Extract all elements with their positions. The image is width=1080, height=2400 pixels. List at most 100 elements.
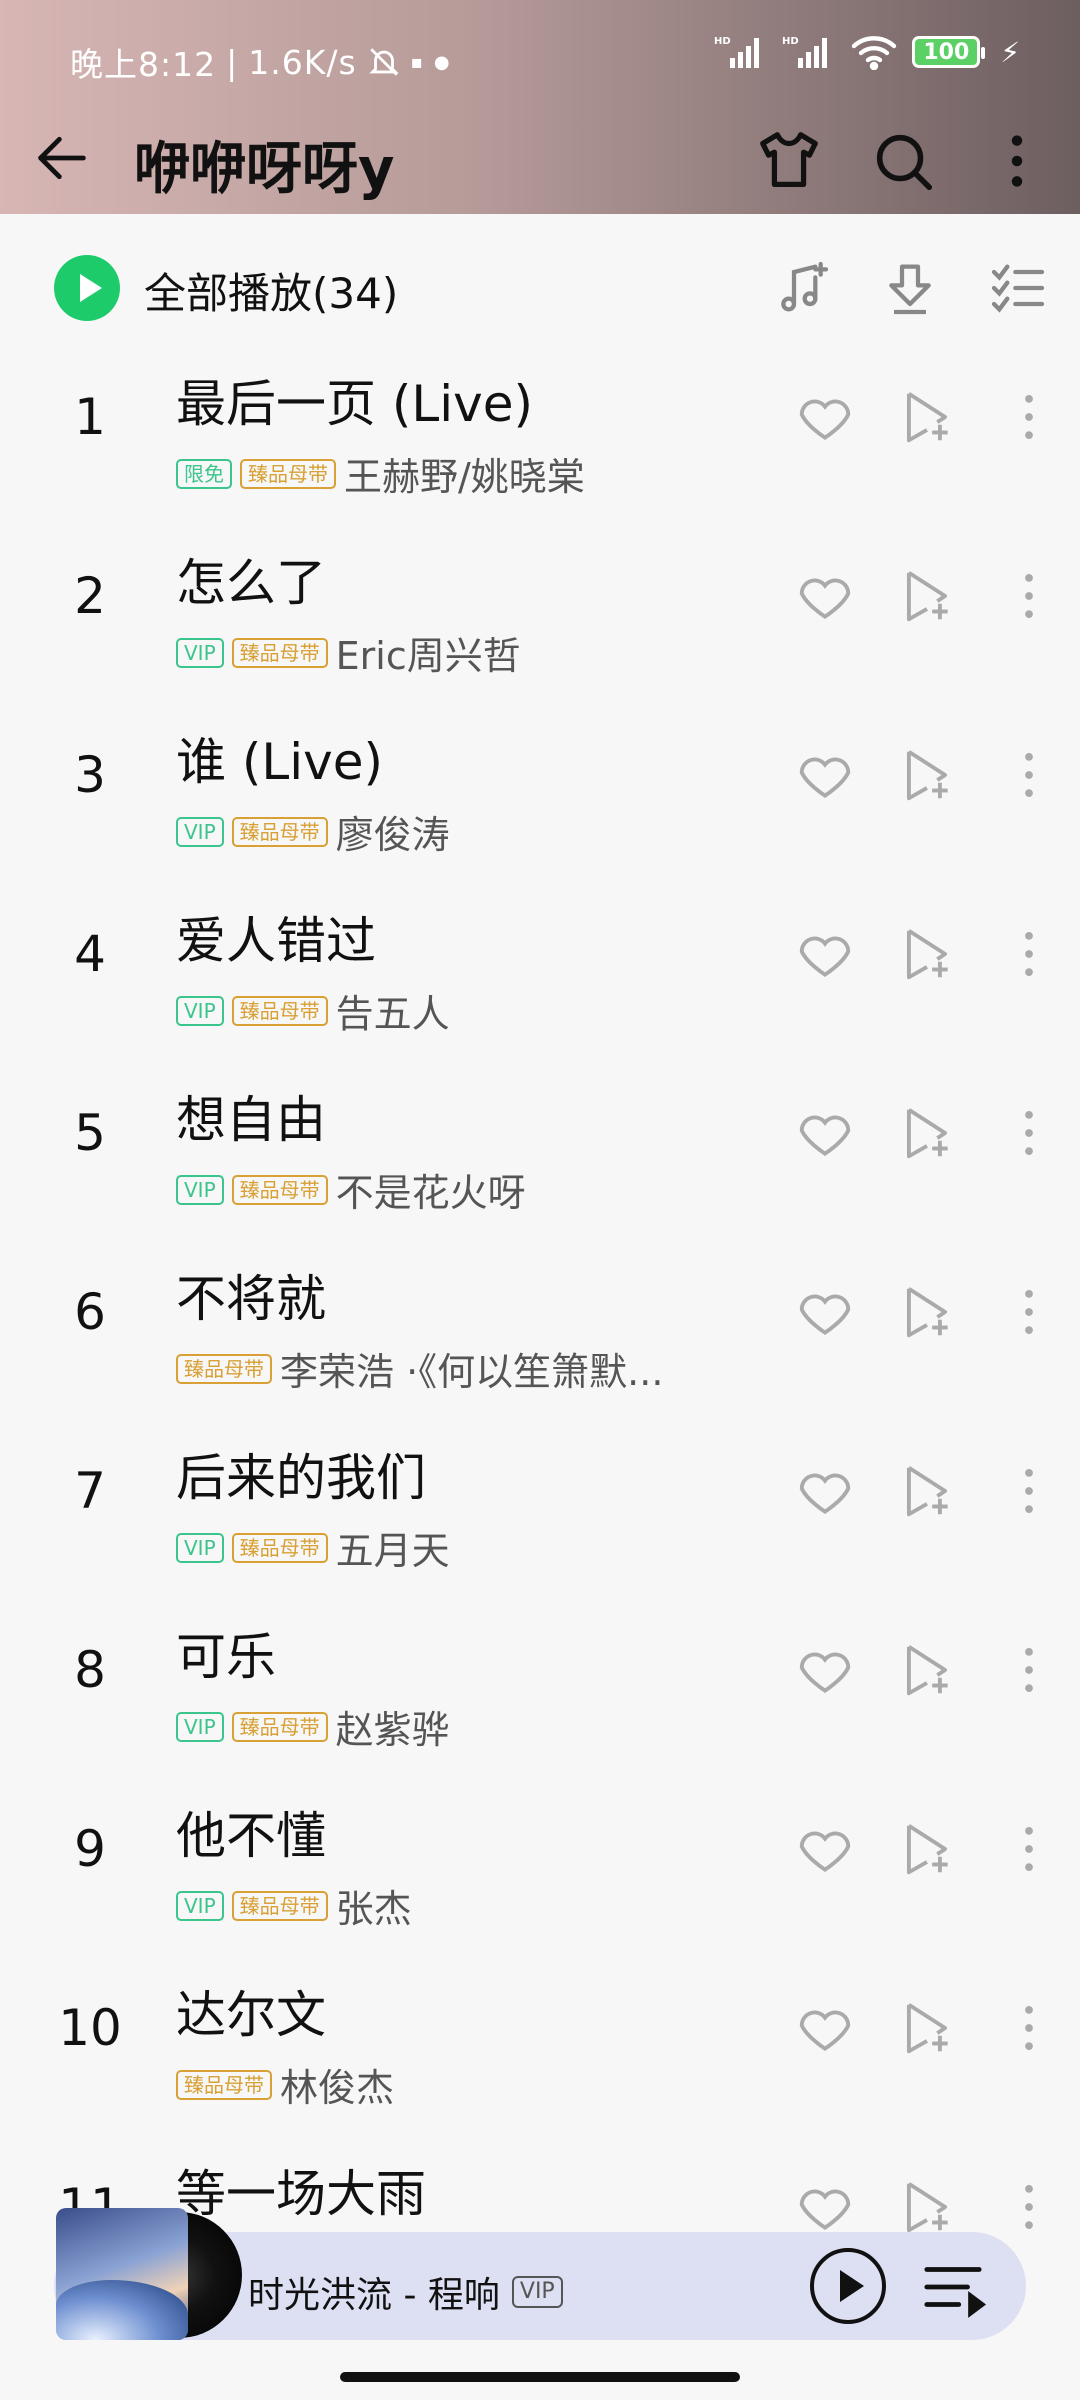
more-vertical-icon[interactable] xyxy=(998,565,1060,627)
song-number: 2 xyxy=(74,567,106,625)
song-row[interactable]: 1 最后一页 (Live) 限免 臻品母带 王赫野/姚晓棠 xyxy=(0,340,1080,519)
add-to-playlist-icon[interactable] xyxy=(896,386,958,448)
song-row[interactable]: 3 谁 (Live) VIP 臻品母带 廖俊涛 xyxy=(0,698,1080,877)
home-indicator[interactable] xyxy=(340,2372,740,2382)
more-vertical-icon[interactable] xyxy=(998,2176,1060,2238)
song-actions xyxy=(794,1818,1060,1880)
song-artist: 赵紫骅 xyxy=(335,1708,450,1752)
song-actions xyxy=(794,1102,1060,1164)
now-playing-cover[interactable] xyxy=(56,2208,242,2340)
song-meta: VIP 臻品母带 廖俊涛 xyxy=(176,804,450,859)
heart-icon[interactable] xyxy=(794,1997,856,2059)
more-vertical-icon[interactable] xyxy=(998,1818,1060,1880)
song-title: 想自由 xyxy=(176,1091,326,1149)
song-badge: 限免 xyxy=(176,458,232,489)
song-artist: 王赫野/姚晓棠 xyxy=(344,455,585,499)
notification-icon: ▪ xyxy=(410,51,424,73)
song-badge: 臻品母带 xyxy=(231,1890,328,1921)
tshirt-icon[interactable] xyxy=(754,126,824,196)
add-to-playlist-icon[interactable] xyxy=(896,1818,958,1880)
playlist-icon[interactable] xyxy=(918,2252,988,2322)
back-arrow-icon[interactable] xyxy=(30,126,94,190)
add-to-playlist-icon[interactable] xyxy=(896,1281,958,1343)
song-meta: VIP 臻品母带 赵紫骅 xyxy=(176,1699,450,1754)
add-to-playlist-icon[interactable] xyxy=(896,565,958,627)
battery-indicator: 100 xyxy=(912,36,986,68)
more-vertical-icon[interactable] xyxy=(998,1102,1060,1164)
add-to-playlist-icon[interactable] xyxy=(896,1102,958,1164)
song-meta: 臻品母带 李荣浩 ·《何以笙箫默... xyxy=(176,1341,663,1396)
song-badge: VIP xyxy=(176,995,224,1026)
song-row[interactable]: 7 后来的我们 VIP 臻品母带 五月天 xyxy=(0,1414,1080,1593)
heart-icon[interactable] xyxy=(794,923,856,985)
add-music-icon[interactable] xyxy=(770,256,834,320)
song-actions xyxy=(794,1460,1060,1522)
play-icon[interactable] xyxy=(808,2246,888,2326)
heart-icon[interactable] xyxy=(794,1818,856,1880)
now-playing-info[interactable]: 时光洪流 - 程响 VIP xyxy=(248,2266,563,2318)
heart-icon[interactable] xyxy=(794,1102,856,1164)
more-vertical-icon[interactable] xyxy=(998,1281,1060,1343)
song-badge: VIP xyxy=(176,1174,224,1205)
more-vertical-icon[interactable] xyxy=(982,126,1052,196)
search-icon[interactable] xyxy=(868,126,938,196)
heart-icon[interactable] xyxy=(794,386,856,448)
more-vertical-icon[interactable] xyxy=(998,1997,1060,2059)
play-all-button[interactable] xyxy=(54,255,120,321)
song-row[interactable]: 5 想自由 VIP 臻品母带 不是花火呀 xyxy=(0,1056,1080,1235)
download-icon[interactable] xyxy=(878,256,942,320)
song-actions xyxy=(794,744,1060,806)
song-meta: VIP 臻品母带 五月天 xyxy=(176,1520,450,1575)
heart-icon[interactable] xyxy=(794,1460,856,1522)
heart-icon[interactable] xyxy=(794,565,856,627)
heart-icon[interactable] xyxy=(794,744,856,806)
more-vertical-icon[interactable] xyxy=(998,1639,1060,1701)
song-row[interactable]: 6 不将就 臻品母带 李荣浩 ·《何以笙箫默... xyxy=(0,1235,1080,1414)
heart-icon[interactable] xyxy=(794,2176,856,2238)
song-row[interactable]: 9 他不懂 VIP 臻品母带 张杰 xyxy=(0,1772,1080,1951)
play-all-label[interactable]: 全部播放(34) xyxy=(144,260,398,321)
add-to-playlist-icon[interactable] xyxy=(896,2176,958,2238)
song-meta: VIP 臻品母带 不是花火呀 xyxy=(176,1162,526,1217)
more-vertical-icon[interactable] xyxy=(998,386,1060,448)
song-badge: 臻品母带 xyxy=(176,2069,272,2100)
add-to-playlist-icon[interactable] xyxy=(896,1460,958,1522)
status-right: HD HD 100 ⚡ xyxy=(714,34,1020,70)
more-vertical-icon[interactable] xyxy=(998,1460,1060,1522)
song-row[interactable]: 10 达尔文 臻品母带 林俊杰 xyxy=(0,1951,1080,2130)
song-artist: Eric周兴哲 xyxy=(335,634,521,678)
add-to-playlist-icon[interactable] xyxy=(896,1997,958,2059)
song-title: 可乐 xyxy=(176,1628,276,1686)
song-badge: VIP xyxy=(176,1711,224,1742)
song-row[interactable]: 8 可乐 VIP 臻品母带 赵紫骅 xyxy=(0,1593,1080,1772)
heart-icon[interactable] xyxy=(794,1639,856,1701)
more-vertical-icon[interactable] xyxy=(998,923,1060,985)
song-number: 9 xyxy=(74,1820,106,1878)
add-to-playlist-icon[interactable] xyxy=(896,744,958,806)
more-vertical-icon[interactable] xyxy=(998,744,1060,806)
song-badge: VIP xyxy=(176,816,224,847)
heart-icon[interactable] xyxy=(794,1281,856,1343)
multi-select-icon[interactable] xyxy=(986,256,1050,320)
song-artist: 李荣浩 ·《何以笙箫默... xyxy=(280,1350,664,1394)
song-badge: 臻品母带 xyxy=(231,995,328,1026)
status-divider: | xyxy=(226,42,239,82)
add-to-playlist-icon[interactable] xyxy=(896,923,958,985)
status-left: 晚上8:12 | 1.6K/s ▪ ● xyxy=(70,38,451,86)
song-row[interactable]: 2 怎么了 VIP 臻品母带 Eric周兴哲 xyxy=(0,519,1080,698)
album-art-wave xyxy=(56,2280,188,2340)
add-to-playlist-icon[interactable] xyxy=(896,1639,958,1701)
song-badge: 臻品母带 xyxy=(231,637,328,668)
song-badge: 臻品母带 xyxy=(176,1353,272,1384)
song-artist: 张杰 xyxy=(335,1887,412,1931)
song-actions xyxy=(794,923,1060,985)
song-meta: 限免 臻品母带 王赫野/姚晓棠 xyxy=(176,446,585,501)
song-number: 4 xyxy=(74,925,106,983)
song-title: 谁 (Live) xyxy=(176,733,384,791)
song-badge: VIP xyxy=(176,1890,224,1921)
mute-bell-icon xyxy=(368,48,399,76)
song-title: 最后一页 (Live) xyxy=(176,375,534,433)
song-artist: 不是花火呀 xyxy=(335,1171,526,1215)
status-bar: 晚上8:12 | 1.6K/s ▪ ● HD HD 100 ⚡ xyxy=(0,0,1080,120)
song-row[interactable]: 4 爱人错过 VIP 臻品母带 告五人 xyxy=(0,877,1080,1056)
